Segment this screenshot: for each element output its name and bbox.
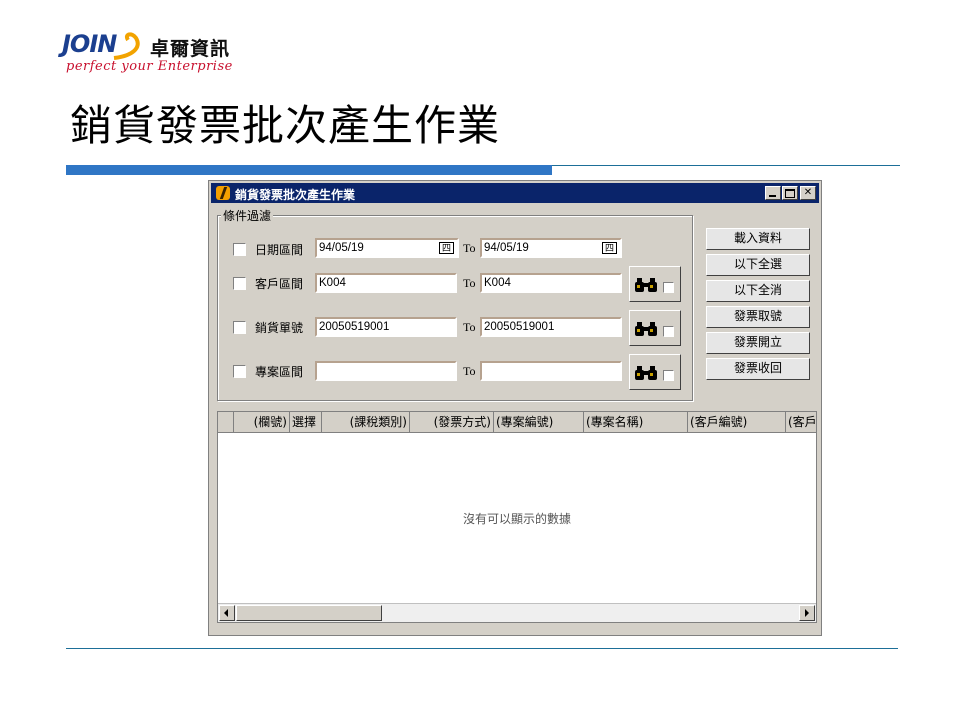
footer-rule: [66, 648, 898, 649]
order-to-field[interactable]: 20050519001: [480, 317, 622, 337]
logo-swoosh-icon: [113, 32, 140, 60]
customer-lookup-button[interactable]: [629, 266, 681, 302]
project-lookup-checkbox[interactable]: [663, 370, 674, 381]
close-button[interactable]: ✕: [800, 186, 816, 200]
project-range-label: 專案區間: [255, 365, 304, 379]
binoculars-icon: [635, 366, 657, 380]
date-to-field[interactable]: 94/05/19 四: [480, 238, 622, 258]
select-all-button[interactable]: 以下全選: [706, 254, 810, 276]
load-data-button[interactable]: 載入資料: [706, 228, 810, 250]
grid-empty-message: 沒有可以顯示的數據: [462, 512, 571, 526]
project-to-label: To: [463, 364, 476, 378]
app-icon: [216, 186, 230, 200]
grid-header-cell[interactable]: (發票方式): [410, 412, 494, 432]
customer-to-field[interactable]: K004: [480, 273, 622, 293]
grid-header-cell[interactable]: (欄號): [234, 412, 290, 432]
date-from-value: 94/05/19: [319, 242, 364, 254]
deselect-all-button[interactable]: 以下全消: [706, 280, 810, 302]
date-to-label: To: [463, 241, 476, 255]
minimize-button[interactable]: [765, 186, 781, 200]
app-window: 銷貨發票批次產生作業 ✕ 條件過濾 日期區間 94/05/19 四 To 94/…: [208, 180, 822, 636]
customer-from-field[interactable]: K004: [315, 273, 457, 293]
grid-header-cell[interactable]: (客戶編號): [688, 412, 786, 432]
grid-header-cell[interactable]: (客戶: [786, 412, 818, 432]
header-rule-thin: [552, 165, 900, 166]
slide-title: 銷貨發票批次產生作業: [70, 101, 501, 150]
customer-lookup-checkbox[interactable]: [663, 282, 674, 293]
company-logo: JOIN 卓爾資訊 perfect your Enterprise: [62, 28, 262, 78]
data-grid[interactable]: (欄號) 選擇 (課稅類別) (發票方式) (專案編號) (專案名稱) (客戶編…: [217, 411, 817, 623]
order-no-label: 銷貨單號: [255, 321, 304, 335]
grid-header-cell[interactable]: (專案編號): [494, 412, 584, 432]
header-rule-thick: [66, 165, 552, 175]
logo-company-name: 卓爾資訊: [150, 38, 231, 60]
grid-header-cell[interactable]: 選擇: [290, 412, 322, 432]
invoice-issue-button[interactable]: 發票開立: [706, 332, 810, 354]
date-from-field[interactable]: 94/05/19 四: [315, 238, 459, 258]
grid-header-cell[interactable]: (專案名稱): [584, 412, 688, 432]
order-no-checkbox[interactable]: [233, 321, 246, 334]
order-lookup-checkbox[interactable]: [663, 326, 674, 337]
date-range-checkbox[interactable]: [233, 243, 246, 256]
scroll-left-icon[interactable]: [219, 605, 235, 621]
date-range-label: 日期區間: [255, 243, 304, 257]
invoice-recall-button[interactable]: 發票收回: [706, 358, 810, 380]
grid-header: (欄號) 選擇 (課稅類別) (發票方式) (專案編號) (專案名稱) (客戶編…: [218, 412, 818, 433]
horizontal-scrollbar[interactable]: [218, 603, 816, 622]
customer-range-label: 客戶區間: [255, 277, 304, 291]
window-titlebar[interactable]: 銷貨發票批次產生作業 ✕: [211, 183, 819, 203]
order-lookup-button[interactable]: [629, 310, 681, 346]
customer-to-label: To: [463, 276, 476, 290]
filter-group-label: 條件過濾: [221, 207, 274, 224]
project-range-checkbox[interactable]: [233, 365, 246, 378]
binoculars-icon: [635, 278, 657, 292]
invoice-number-button[interactable]: 發票取號: [706, 306, 810, 328]
logo-tagline: perfect your Enterprise: [66, 59, 233, 74]
scroll-right-icon[interactable]: [799, 605, 815, 621]
window-title: 銷貨發票批次產生作業: [235, 188, 356, 202]
binoculars-icon: [635, 322, 657, 336]
maximize-button[interactable]: [782, 186, 798, 200]
project-to-field[interactable]: [480, 361, 622, 381]
calendar-icon[interactable]: 四: [439, 242, 454, 254]
order-from-field[interactable]: 20050519001: [315, 317, 457, 337]
scroll-thumb[interactable]: [236, 605, 382, 621]
project-from-field[interactable]: [315, 361, 457, 381]
grid-header-cell[interactable]: (課稅類別): [322, 412, 410, 432]
calendar-icon[interactable]: 四: [602, 242, 617, 254]
order-to-label: To: [463, 320, 476, 334]
grid-header-indicator: [218, 412, 234, 432]
project-lookup-button[interactable]: [629, 354, 681, 390]
customer-range-checkbox[interactable]: [233, 277, 246, 290]
date-to-value: 94/05/19: [484, 242, 529, 254]
